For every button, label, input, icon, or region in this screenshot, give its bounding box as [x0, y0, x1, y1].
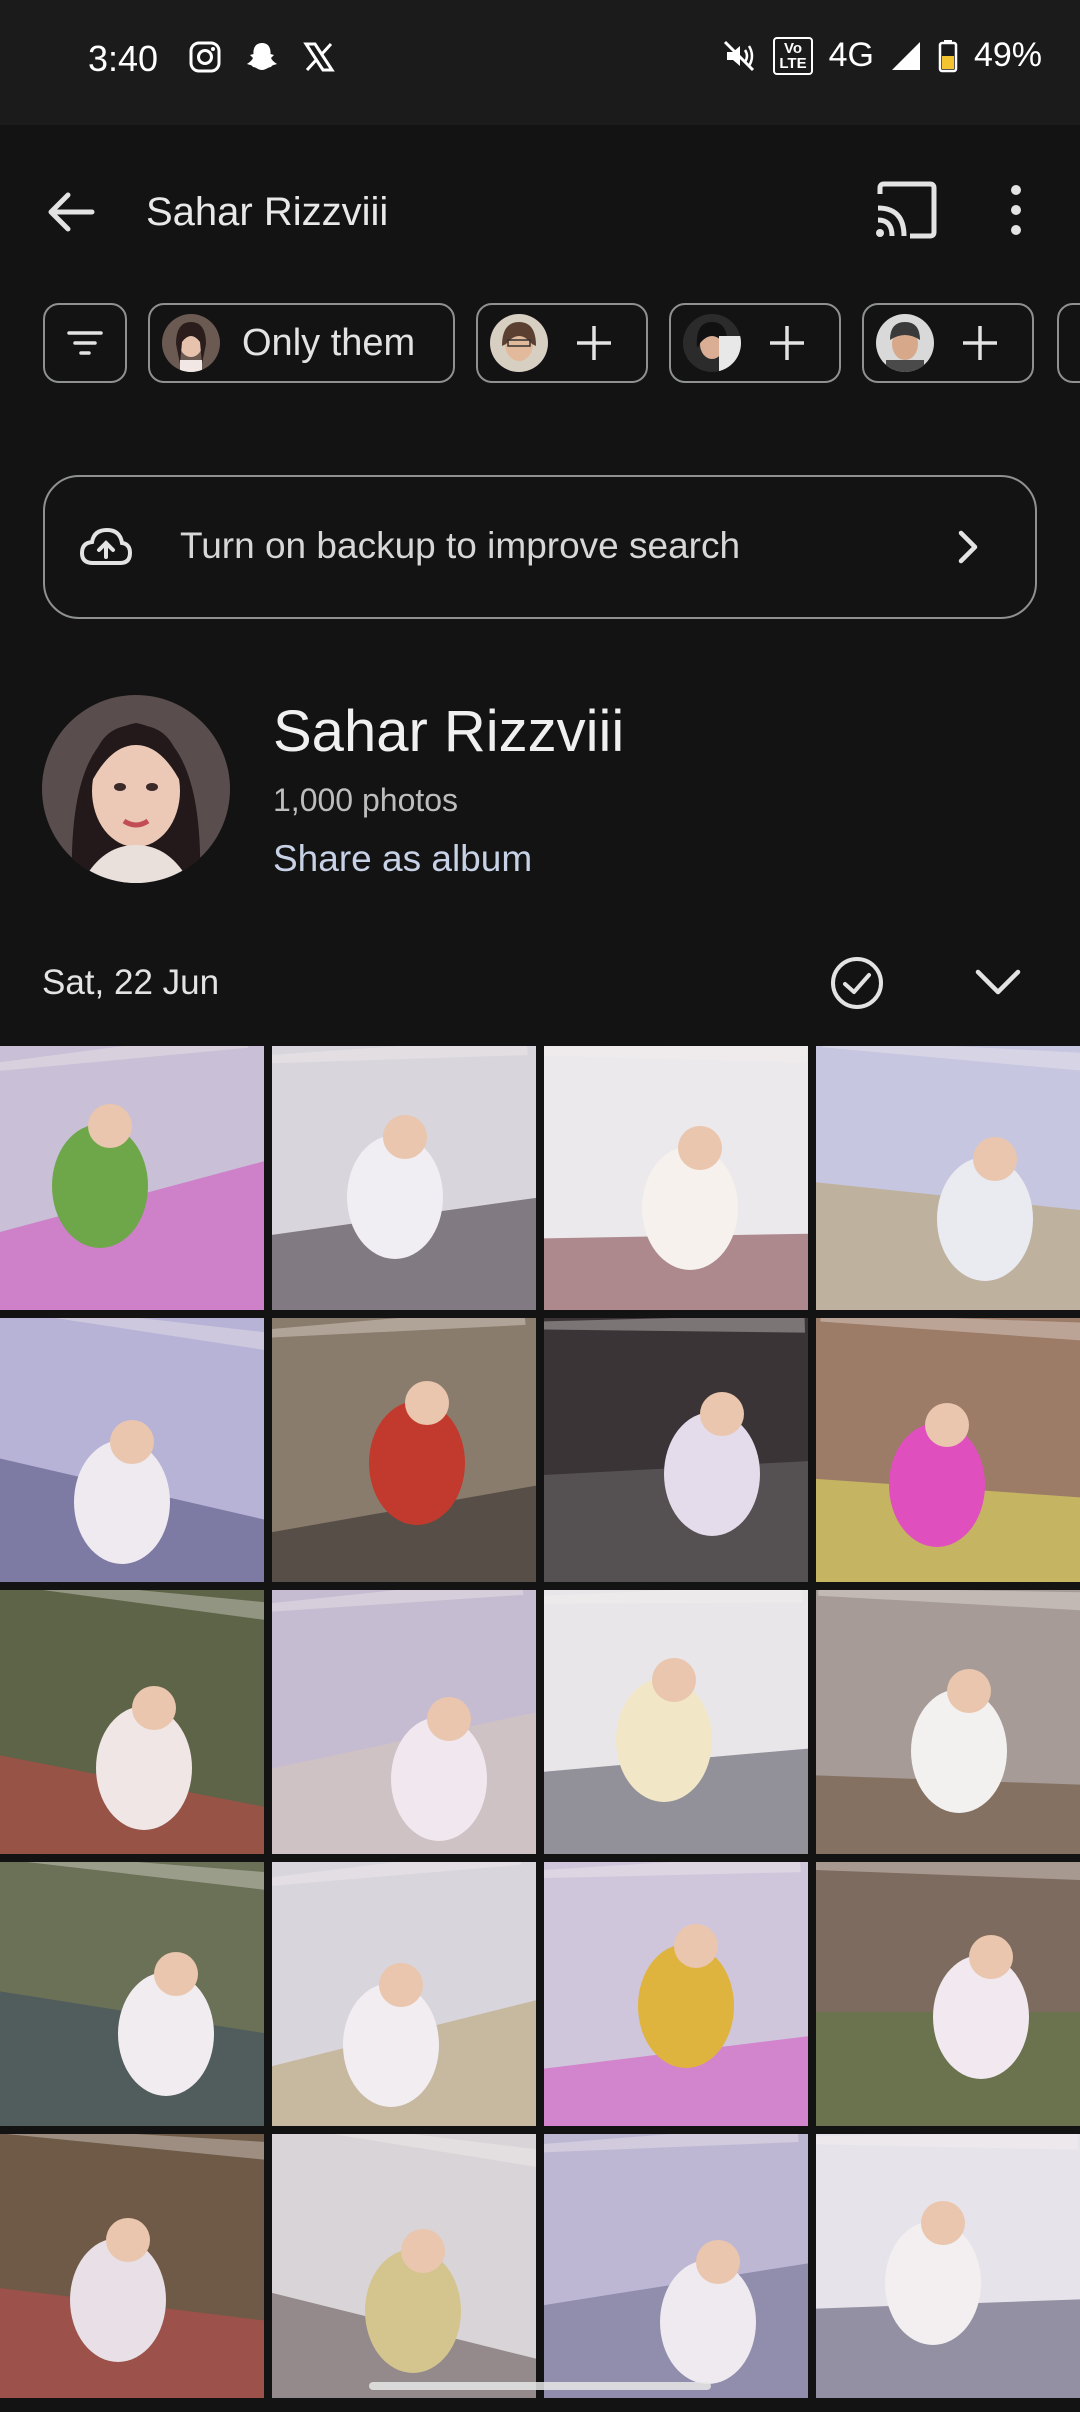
photo-thumbnail[interactable] [544, 1862, 808, 2126]
photo-thumbnail[interactable] [544, 1590, 808, 1854]
photo-count: 1,000 photos [273, 782, 459, 818]
add-person-chip[interactable] [476, 303, 648, 383]
battery-icon [938, 39, 958, 72]
battery-percent: 49% [973, 36, 1042, 74]
photo-grid [0, 1046, 1080, 2412]
cast-icon[interactable] [872, 180, 938, 240]
signal-icon [891, 41, 920, 70]
photo-thumbnail[interactable] [816, 1046, 1080, 1310]
photo-thumbnail[interactable] [816, 1862, 1080, 2126]
page-title: Sahar Rizzviii [146, 190, 389, 234]
chevron-right-icon [958, 530, 978, 564]
photo-thumbnail[interactable] [544, 2134, 808, 2398]
backup-banner-text: Turn on backup to improve search [180, 525, 741, 566]
add-person-chip[interactable] [1057, 303, 1080, 383]
date-header: Sat, 22 Jun [42, 963, 220, 1002]
back-arrow-icon[interactable] [42, 182, 102, 242]
photo-thumbnail[interactable] [816, 1318, 1080, 1582]
person-avatar [162, 314, 220, 372]
status-bar: 3:40 Vo LTE 4G 49% [0, 0, 1080, 125]
cloud-upload-icon [79, 527, 133, 565]
backup-banner[interactable]: Turn on backup to improve search [43, 475, 1037, 619]
more-options-icon[interactable] [1000, 180, 1032, 240]
chevron-down-icon[interactable] [972, 962, 1024, 1002]
photo-thumbnail[interactable] [0, 1590, 264, 1854]
gesture-bar[interactable] [369, 2382, 711, 2390]
photo-thumbnail[interactable] [544, 1046, 808, 1310]
network-type: 4G [828, 36, 874, 74]
x-icon [303, 42, 335, 72]
volte-badge: Vo LTE [773, 36, 813, 75]
share-as-album-link[interactable]: Share as album [273, 838, 532, 880]
photo-thumbnail[interactable] [816, 2134, 1080, 2398]
snapchat-icon [247, 43, 277, 70]
chip-label: Only them [242, 321, 416, 364]
photo-thumbnail[interactable] [0, 1318, 264, 1582]
photo-thumbnail[interactable] [272, 1046, 536, 1310]
plus-icon [577, 326, 611, 360]
add-person-chip[interactable] [862, 303, 1034, 383]
plus-icon [963, 326, 997, 360]
photo-thumbnail[interactable] [272, 1590, 536, 1854]
photo-thumbnail[interactable] [0, 1862, 264, 2126]
select-all-check-icon[interactable] [828, 954, 886, 1012]
plus-icon [770, 326, 804, 360]
profile-avatar[interactable] [42, 695, 230, 883]
photo-thumbnail[interactable] [0, 1046, 264, 1310]
photo-thumbnail[interactable] [272, 2134, 536, 2398]
only-them-chip[interactable]: Only them [148, 303, 455, 383]
notification-icons [188, 40, 336, 74]
person-avatar [683, 314, 741, 372]
instagram-icon [189, 41, 221, 73]
filter-chips-row: Only them [0, 303, 1080, 387]
system-icons: Vo LTE 4G 49% [721, 36, 1042, 75]
mute-icon [724, 40, 755, 71]
person-avatar [876, 314, 934, 372]
add-person-chip[interactable] [669, 303, 841, 383]
person-avatar [490, 314, 548, 372]
profile-name[interactable]: Sahar Rizzviii [273, 698, 624, 765]
photo-thumbnail[interactable] [272, 1862, 536, 2126]
photo-thumbnail[interactable] [272, 1318, 536, 1582]
filter-chip[interactable] [43, 303, 127, 383]
status-time: 3:40 [88, 38, 159, 79]
filter-icon [67, 331, 103, 355]
photo-thumbnail[interactable] [0, 2134, 264, 2398]
app-bar: Sahar Rizzviii [0, 150, 1080, 270]
photo-thumbnail[interactable] [816, 1590, 1080, 1854]
photo-thumbnail[interactable] [544, 1318, 808, 1582]
